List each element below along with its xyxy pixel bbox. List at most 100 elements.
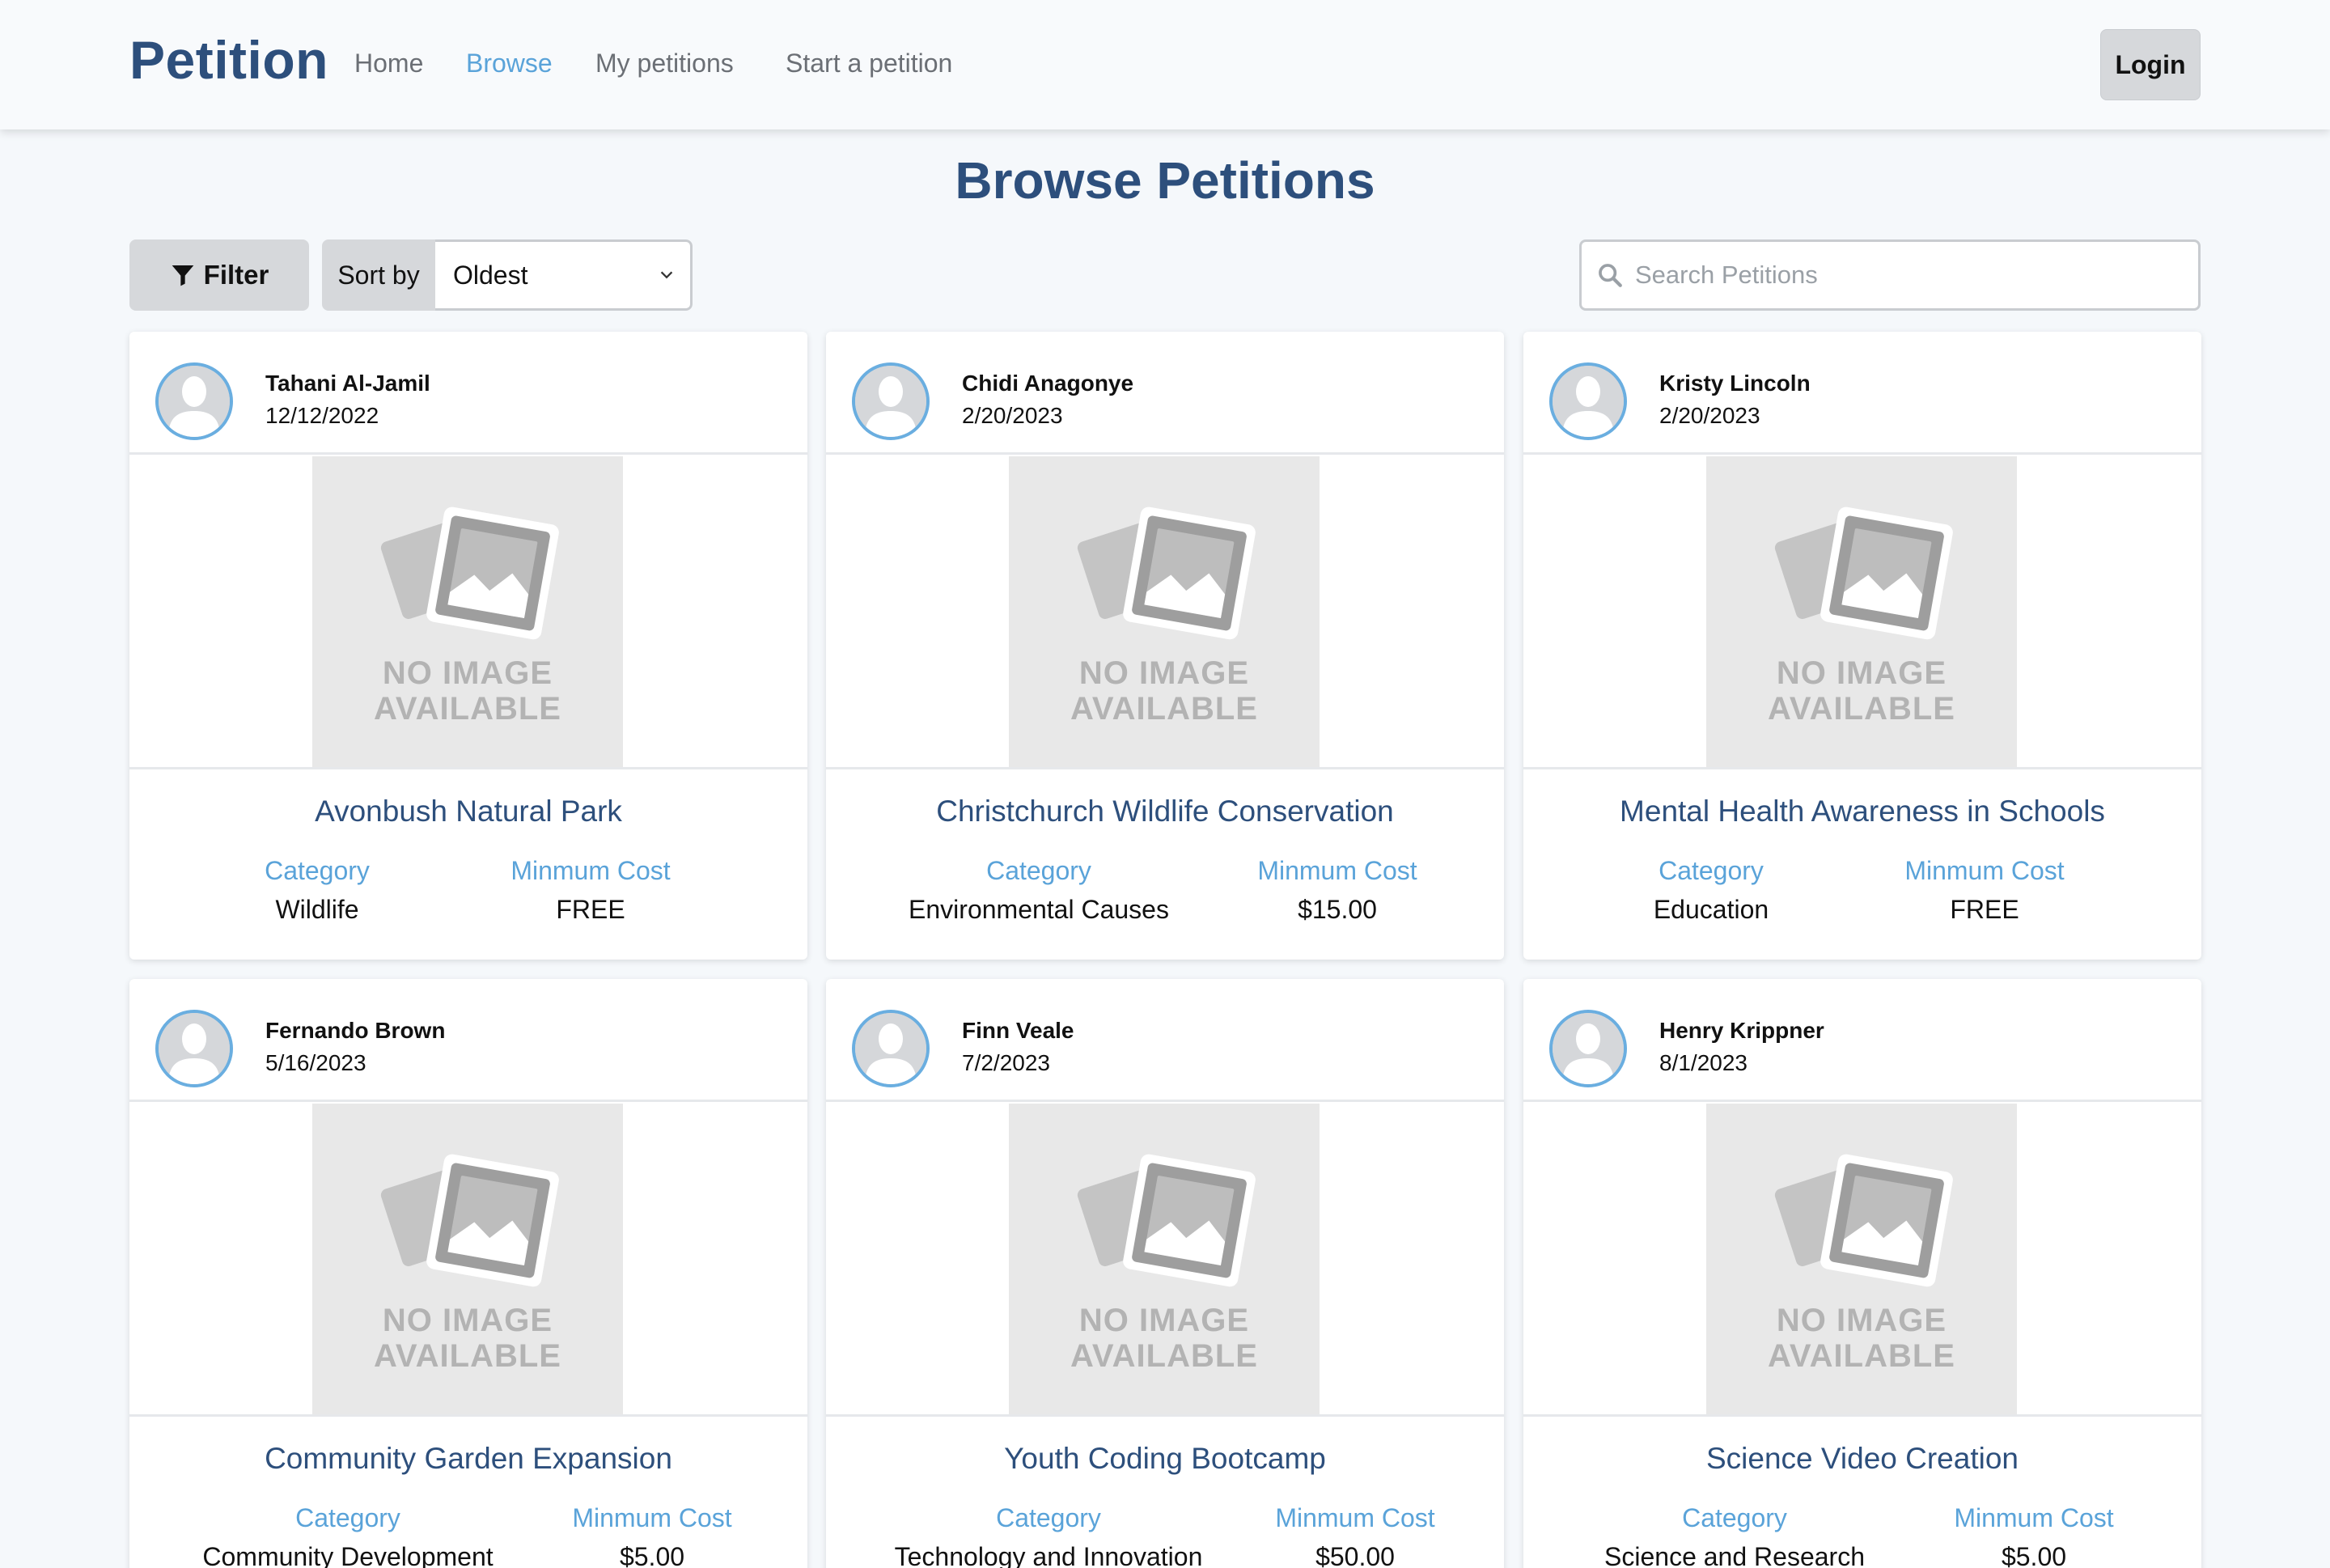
filter-icon <box>172 265 193 286</box>
category-value: Wildlife <box>275 895 359 924</box>
no-image-placeholder: NO IMAGE AVAILABLE <box>1706 456 2017 767</box>
min-cost-value: $50.00 <box>1315 1542 1395 1568</box>
petition-title[interactable]: Community Garden Expansion <box>129 1442 807 1476</box>
card-divider <box>1523 767 2201 769</box>
card-divider <box>129 767 807 769</box>
petition-card[interactable]: Tahani Al-Jamil 12/12/2022 NO IMAGE AVAI… <box>129 332 807 960</box>
search-icon <box>1599 264 1622 287</box>
no-image-text-line1: NO IMAGE <box>1776 655 1947 691</box>
nav-start-petition-link[interactable]: Start a petition <box>786 49 952 78</box>
category-label: Category <box>1682 1503 1787 1532</box>
category-label: Category <box>265 856 370 885</box>
petition-card[interactable]: Henry Krippner 8/1/2023 NO IMAGE AVAILAB… <box>1523 979 2201 1568</box>
petition-card[interactable]: Finn Veale 7/2/2023 NO IMAGE AVAILABLE Y… <box>826 979 1504 1568</box>
category-value: Technology and Innovation <box>894 1542 1203 1568</box>
petition-title[interactable]: Avonbush Natural Park <box>129 795 807 828</box>
owner-name: Henry Krippner <box>1659 1018 1824 1043</box>
user-silhouette-icon <box>855 366 926 437</box>
user-silhouette-icon <box>159 366 230 437</box>
owner-name: Kristy Lincoln <box>1659 371 1811 396</box>
min-cost-label: Minmum Cost <box>1954 1503 2114 1532</box>
search-input[interactable]: Search Petitions <box>1579 239 2201 311</box>
nav-my-petitions-link[interactable]: My petitions <box>595 49 734 78</box>
no-image-text-line1: NO IMAGE <box>382 1303 553 1338</box>
category-value: Community Development <box>202 1542 494 1568</box>
creation-date: 8/1/2023 <box>1659 1050 1748 1075</box>
category-value: Education <box>1653 895 1769 924</box>
petition-title[interactable]: Science Video Creation <box>1523 1442 2201 1476</box>
sort-selected-value: Oldest <box>453 260 528 290</box>
sort-label: Sort by <box>322 239 435 311</box>
creation-date: 7/2/2023 <box>962 1050 1050 1075</box>
min-cost-value: $5.00 <box>619 1542 685 1568</box>
chevron-down-icon <box>660 271 673 279</box>
petition-title[interactable]: Mental Health Awareness in Schools <box>1523 795 2201 828</box>
sort-select[interactable]: Oldest <box>435 239 693 311</box>
category-value: Science and Research <box>1604 1542 1865 1568</box>
min-cost-value: $5.00 <box>2001 1542 2067 1568</box>
petition-title[interactable]: Youth Coding Bootcamp <box>826 1442 1504 1476</box>
min-cost-value: $15.00 <box>1298 895 1377 924</box>
no-image-placeholder: NO IMAGE AVAILABLE <box>1009 1104 1320 1414</box>
no-image-placeholder: NO IMAGE AVAILABLE <box>312 1104 623 1414</box>
navbar: Petition Home Browse My petitions Start … <box>0 0 2330 129</box>
avatar <box>852 362 930 440</box>
category-label: Category <box>986 856 1091 885</box>
min-cost-label: Minmum Cost <box>510 856 671 885</box>
no-image-text-line1: NO IMAGE <box>382 655 553 691</box>
brand-logo[interactable]: Petition <box>129 29 328 91</box>
min-cost-value: FREE <box>556 895 625 924</box>
nav-browse-link[interactable]: Browse <box>466 49 553 78</box>
card-divider <box>826 1414 1504 1417</box>
avatar <box>852 1010 930 1087</box>
no-image-placeholder: NO IMAGE AVAILABLE <box>1009 456 1320 767</box>
card-header: Finn Veale 7/2/2023 <box>826 979 1504 1102</box>
owner-name: Finn Veale <box>962 1018 1074 1043</box>
petition-card[interactable]: Fernando Brown 5/16/2023 NO IMAGE AVAILA… <box>129 979 807 1568</box>
no-image-text-line2: AVAILABLE <box>1768 691 1955 727</box>
min-cost-label: Minmum Cost <box>1904 856 2065 885</box>
no-image-placeholder: NO IMAGE AVAILABLE <box>312 456 623 767</box>
owner-name: Tahani Al-Jamil <box>265 371 430 396</box>
avatar <box>1549 362 1627 440</box>
nav-home-link[interactable]: Home <box>354 49 423 78</box>
no-image-text-line2: AVAILABLE <box>374 691 561 727</box>
card-divider <box>1523 1414 2201 1417</box>
no-image-text-line2: AVAILABLE <box>1070 691 1258 727</box>
card-header: Kristy Lincoln 2/20/2023 <box>1523 332 2201 455</box>
sort-control: Sort by Oldest <box>322 239 693 311</box>
card-header: Chidi Anagonye 2/20/2023 <box>826 332 1504 455</box>
petition-card[interactable]: Kristy Lincoln 2/20/2023 NO IMAGE AVAILA… <box>1523 332 2201 960</box>
no-image-text-line2: AVAILABLE <box>1070 1338 1258 1374</box>
avatar <box>155 362 233 440</box>
filter-button[interactable]: Filter <box>129 239 309 311</box>
min-cost-label: Minmum Cost <box>1275 1503 1435 1532</box>
no-image-text-line1: NO IMAGE <box>1776 1303 1947 1338</box>
min-cost-label: Minmum Cost <box>1257 856 1417 885</box>
creation-date: 2/20/2023 <box>962 403 1063 428</box>
category-value: Environmental Causes <box>909 895 1169 924</box>
card-divider <box>826 767 1504 769</box>
creation-date: 2/20/2023 <box>1659 403 1760 428</box>
card-divider <box>129 1414 807 1417</box>
category-label: Category <box>295 1503 400 1532</box>
card-header: Tahani Al-Jamil 12/12/2022 <box>129 332 807 455</box>
no-image-text-line1: NO IMAGE <box>1078 655 1250 691</box>
search-placeholder: Search Petitions <box>1635 261 1818 289</box>
no-image-text-line2: AVAILABLE <box>1768 1338 1955 1374</box>
user-silhouette-icon <box>159 1013 230 1084</box>
petition-title[interactable]: Christchurch Wildlife Conservation <box>826 795 1504 828</box>
petition-card[interactable]: Chidi Anagonye 2/20/2023 NO IMAGE AVAILA… <box>826 332 1504 960</box>
login-button[interactable]: Login <box>2100 29 2201 100</box>
card-header: Fernando Brown 5/16/2023 <box>129 979 807 1102</box>
page-title: Browse Petitions <box>955 151 1375 210</box>
creation-date: 5/16/2023 <box>265 1050 366 1075</box>
no-image-text-line2: AVAILABLE <box>374 1338 561 1374</box>
category-label: Category <box>1659 856 1764 885</box>
creation-date: 12/12/2022 <box>265 403 379 428</box>
owner-name: Chidi Anagonye <box>962 371 1134 396</box>
user-silhouette-icon <box>1553 366 1624 437</box>
owner-name: Fernando Brown <box>265 1018 446 1043</box>
user-silhouette-icon <box>855 1013 926 1084</box>
category-label: Category <box>996 1503 1101 1532</box>
